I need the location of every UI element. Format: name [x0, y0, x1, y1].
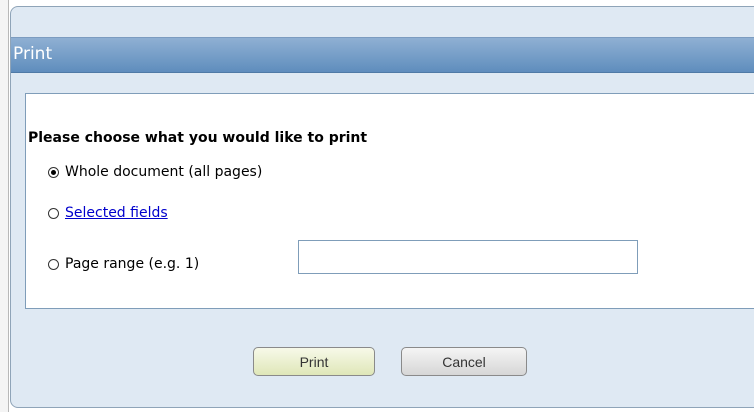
page-range-radio[interactable]: [48, 258, 59, 270]
selected-fields-link[interactable]: Selected fields: [65, 205, 168, 221]
cancel-button[interactable]: Cancel: [401, 347, 527, 376]
option-page-range[interactable]: Page range (e.g. 1): [48, 256, 199, 272]
page-range-label: Page range (e.g. 1): [65, 256, 200, 272]
print-heading: Please choose what you would like to pri…: [28, 130, 368, 146]
options-panel: [25, 93, 754, 309]
option-whole-document[interactable]: Whole document (all pages): [48, 164, 262, 180]
whole-document-radio[interactable]: [48, 166, 59, 178]
print-button-label: Print: [299, 353, 329, 370]
whole-document-label: Whole document (all pages): [65, 164, 263, 180]
cancel-button-label: Cancel: [442, 353, 486, 370]
dialog-title: Print: [13, 44, 53, 64]
print-button[interactable]: Print: [253, 347, 375, 376]
dialog-titlebar: Print: [11, 37, 754, 73]
page-range-input[interactable]: [298, 240, 638, 274]
selected-fields-radio[interactable]: [48, 207, 59, 219]
background-page-edge: [0, 0, 9, 412]
option-selected-fields[interactable]: Selected fields: [48, 205, 168, 221]
